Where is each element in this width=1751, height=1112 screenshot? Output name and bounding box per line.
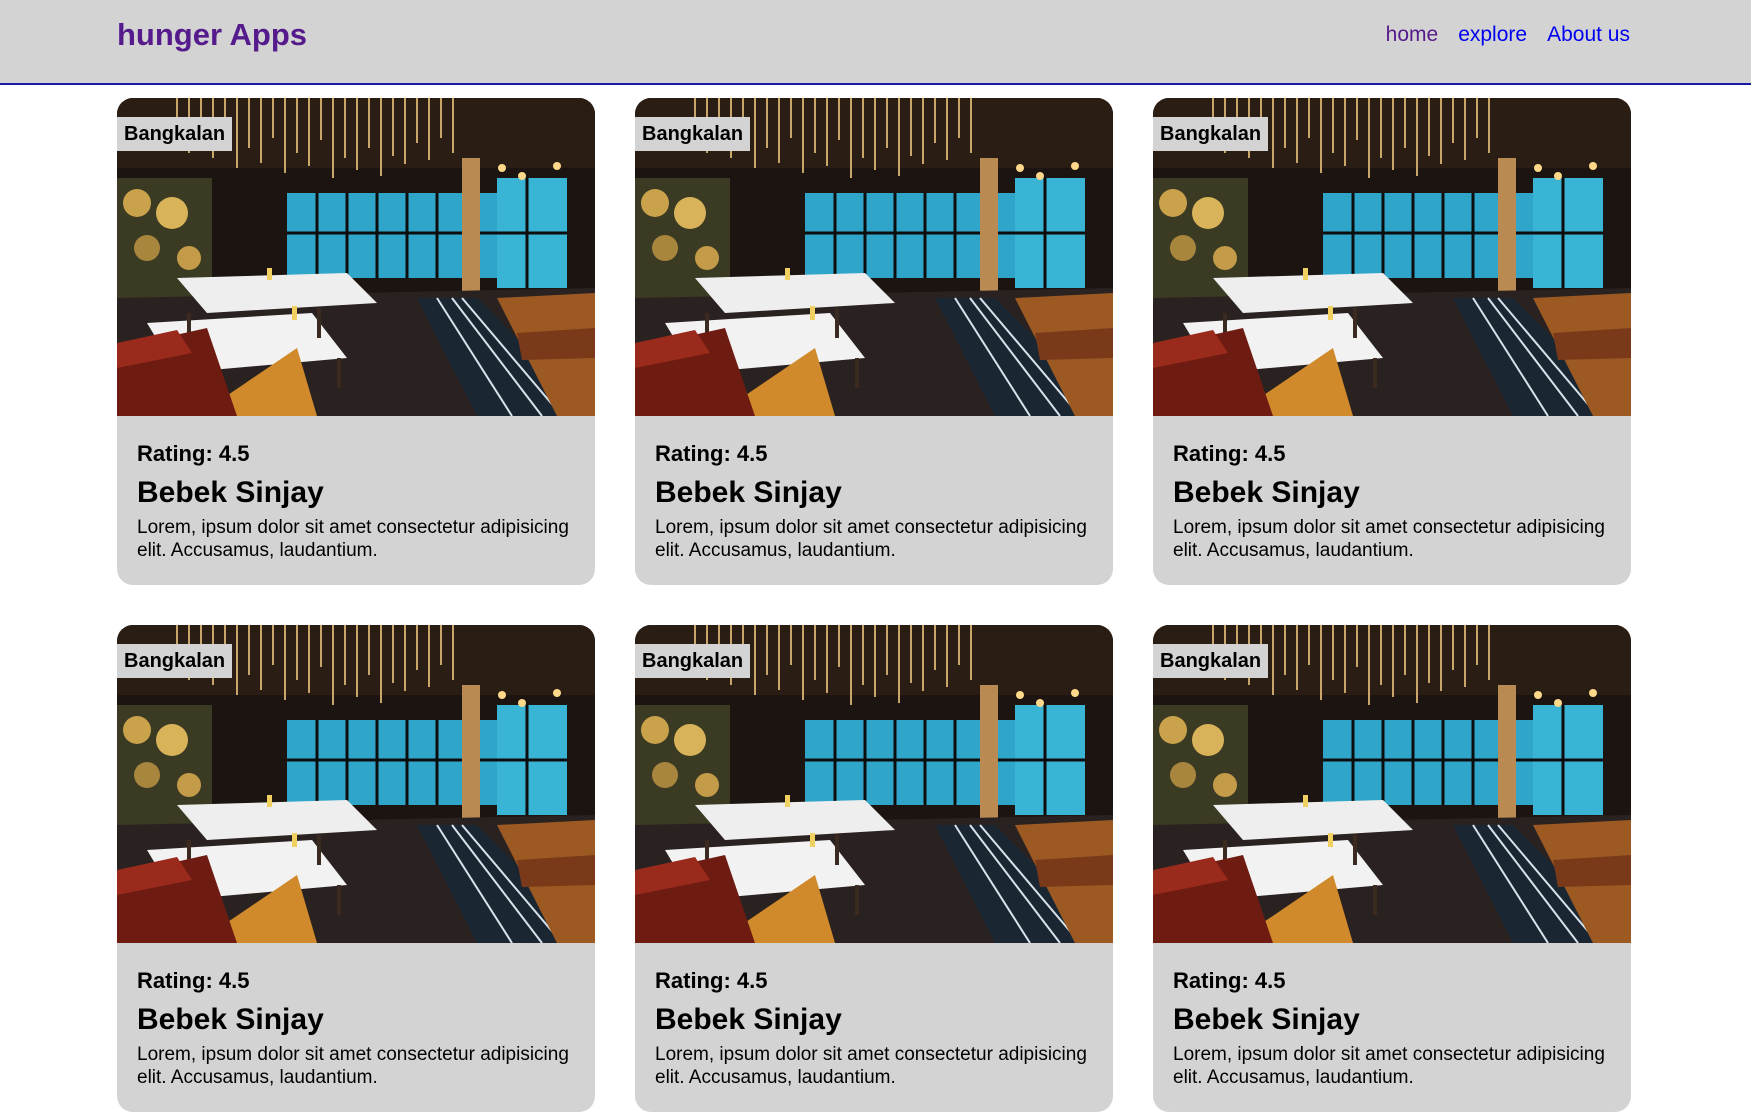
restaurant-image: Bangkalan: [1153, 625, 1631, 943]
rating-text: Rating: 4.5: [1173, 968, 1286, 993]
restaurant-description: Lorem, ipsum dolor sit amet consectetur …: [1173, 517, 1605, 561]
restaurant-description: Lorem, ipsum dolor sit amet consectetur …: [655, 1044, 1087, 1088]
restaurant-description: Lorem, ipsum dolor sit amet consectetur …: [655, 517, 1087, 561]
nav-link-explore[interactable]: explore: [1458, 23, 1527, 46]
restaurant-card[interactable]: Bangkalan Rating: 4.5 Bebek Sinjay Lorem…: [117, 98, 595, 585]
restaurant-card[interactable]: Bangkalan Rating: 4.5 Bebek Sinjay Lorem…: [117, 625, 595, 1112]
city-badge: Bangkalan: [635, 117, 751, 151]
restaurant-description: Lorem, ipsum dolor sit amet consectetur …: [137, 517, 569, 561]
rating-text: Rating: 4.5: [655, 968, 768, 993]
rating-text: Rating: 4.5: [137, 441, 250, 466]
nav-item-about-us: About us: [1547, 22, 1630, 48]
nav-link-home[interactable]: home: [1386, 23, 1439, 46]
brand-logo[interactable]: hunger Apps: [117, 17, 307, 53]
restaurant-image: Bangkalan: [117, 98, 595, 416]
restaurant-image: Bangkalan: [117, 625, 595, 943]
restaurant-grid: Bangkalan Rating: 4.5 Bebek Sinjay Lorem…: [117, 98, 1631, 1112]
restaurant-name[interactable]: Bebek Sinjay: [655, 1001, 1093, 1039]
city-badge: Bangkalan: [117, 644, 233, 678]
nav-item-home: home: [1386, 22, 1439, 48]
restaurant-name[interactable]: Bebek Sinjay: [1173, 474, 1611, 512]
restaurant-card[interactable]: Bangkalan Rating: 4.5 Bebek Sinjay Lorem…: [635, 98, 1113, 585]
restaurant-card[interactable]: Bangkalan Rating: 4.5 Bebek Sinjay Lorem…: [635, 625, 1113, 1112]
card-body: Rating: 4.5 Bebek Sinjay Lorem, ipsum do…: [1173, 967, 1611, 1089]
restaurant-name[interactable]: Bebek Sinjay: [137, 1001, 575, 1039]
city-badge: Bangkalan: [117, 117, 233, 151]
restaurant-image: Bangkalan: [1153, 98, 1631, 416]
restaurant-card[interactable]: Bangkalan Rating: 4.5 Bebek Sinjay Lorem…: [1153, 98, 1631, 585]
restaurant-name[interactable]: Bebek Sinjay: [137, 474, 575, 512]
city-badge: Bangkalan: [635, 644, 751, 678]
nav-link-about-us[interactable]: About us: [1547, 23, 1630, 46]
card-body: Rating: 4.5 Bebek Sinjay Lorem, ipsum do…: [137, 440, 575, 562]
card-body: Rating: 4.5 Bebek Sinjay Lorem, ipsum do…: [1173, 440, 1611, 562]
card-body: Rating: 4.5 Bebek Sinjay Lorem, ipsum do…: [655, 967, 1093, 1089]
rating-text: Rating: 4.5: [1173, 441, 1286, 466]
card-body: Rating: 4.5 Bebek Sinjay Lorem, ipsum do…: [137, 967, 575, 1089]
nav-item-explore: explore: [1458, 22, 1527, 48]
restaurant-description: Lorem, ipsum dolor sit amet consectetur …: [1173, 1044, 1605, 1088]
card-body: Rating: 4.5 Bebek Sinjay Lorem, ipsum do…: [655, 440, 1093, 562]
restaurant-card[interactable]: Bangkalan Rating: 4.5 Bebek Sinjay Lorem…: [1153, 625, 1631, 1112]
rating-text: Rating: 4.5: [137, 968, 250, 993]
restaurant-name[interactable]: Bebek Sinjay: [1173, 1001, 1611, 1039]
app-bar: hunger Apps home explore About us: [0, 0, 1751, 85]
city-badge: Bangkalan: [1153, 644, 1269, 678]
rating-text: Rating: 4.5: [655, 441, 768, 466]
city-badge: Bangkalan: [1153, 117, 1269, 151]
restaurant-description: Lorem, ipsum dolor sit amet consectetur …: [137, 1044, 569, 1088]
restaurant-name[interactable]: Bebek Sinjay: [655, 474, 1093, 512]
restaurant-image: Bangkalan: [635, 98, 1113, 416]
restaurant-image: Bangkalan: [635, 625, 1113, 943]
